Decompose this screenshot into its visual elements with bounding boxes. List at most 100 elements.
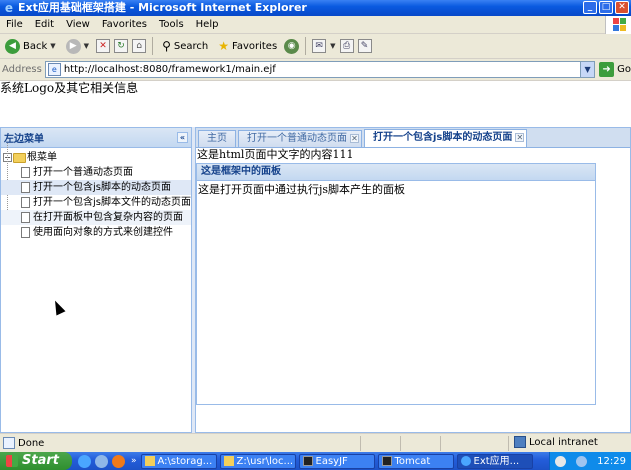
favorites-button[interactable]: ★ Favorites <box>215 36 280 57</box>
tree-item[interactable]: 打开一个包含js脚本的动态页面 <box>1 180 191 195</box>
document-icon <box>21 227 30 238</box>
task-label: Z:\usr\loc... <box>236 455 294 467</box>
zone-label: Local intranet <box>529 436 598 448</box>
intranet-icon <box>514 436 526 448</box>
search-label: Search <box>173 40 209 52</box>
menu-view[interactable]: View <box>60 16 96 34</box>
west-panel-title: 左边菜单 <box>4 134 44 145</box>
tree-item[interactable]: 打开一个普通动态页面 <box>1 165 191 180</box>
tray-network-icon[interactable] <box>576 455 588 467</box>
tab-js-page[interactable]: 打开一个包含js脚本的动态页面 ✕ <box>364 129 528 147</box>
maximize-button[interactable]: □ <box>599 1 613 14</box>
document-icon <box>21 197 30 208</box>
system-tray: 12:29 <box>549 452 631 470</box>
folder-open-icon <box>13 152 26 163</box>
toolbar-separator <box>305 37 307 55</box>
go-label: Go <box>617 64 631 75</box>
quick-launch <box>72 454 131 468</box>
address-dropdown-icon[interactable]: ▼ <box>580 62 595 77</box>
address-input[interactable]: e http://localhost:8080/framework1/main.… <box>44 61 596 78</box>
tree-item[interactable]: 在打开面板中包含复杂内容的页面 <box>1 210 191 225</box>
dropdown-caret-icon[interactable]: ▼ <box>330 42 335 50</box>
tree-item-label: 使用面向对象的方式来创建控件 <box>33 227 173 238</box>
media-icon[interactable]: ◉ <box>284 38 300 54</box>
status-text: Done <box>18 437 45 449</box>
search-button[interactable]: ⚲ Search <box>159 36 211 57</box>
tab-label: 打开一个普通动态页面 <box>247 133 347 144</box>
tree-item-label: 在打开面板中包含复杂内容的页面 <box>33 212 183 223</box>
mail-icon[interactable]: ✉ <box>312 39 327 53</box>
tab-home[interactable]: 主页 <box>198 130 236 147</box>
console-icon <box>302 456 313 466</box>
minimize-button[interactable]: _ <box>583 1 597 14</box>
search-icon: ⚲ <box>162 39 171 53</box>
tab-strip: 主页 打开一个普通动态页面 ✕ 打开一个包含js脚本的动态页面 ✕ <box>196 128 630 148</box>
firefox-icon[interactable] <box>112 454 125 468</box>
menu-file[interactable]: File <box>0 16 29 34</box>
tab-normal-page[interactable]: 打开一个普通动态页面 ✕ <box>238 130 362 147</box>
console-icon <box>381 456 392 466</box>
menu-tools[interactable]: Tools <box>153 16 190 34</box>
desktop-icon[interactable] <box>95 454 108 468</box>
task-label: Ext应用... <box>473 455 520 467</box>
dropdown-caret-icon[interactable]: ▼ <box>50 42 55 50</box>
stop-icon[interactable]: ✕ <box>96 39 111 53</box>
collapse-left-icon[interactable]: « <box>177 132 188 143</box>
menu-edit[interactable]: Edit <box>29 16 60 34</box>
forward-button[interactable]: ▶ ▼ <box>63 36 92 57</box>
ie-launch-icon[interactable] <box>78 454 91 468</box>
window-title: Ext应用基础框架搭建 - Microsoft Internet Explore… <box>18 1 307 14</box>
west-menu-panel: 左边菜单 « − 根菜单 打开一个普通动态页面 打开一个包含js脚本的动态页面 … <box>0 127 192 433</box>
address-url[interactable]: http://localhost:8080/framework1/main.ej… <box>64 64 276 75</box>
page-done-icon <box>3 437 15 449</box>
status-separator <box>508 436 509 451</box>
start-button[interactable]: Start <box>0 452 72 470</box>
taskbar-item[interactable]: Tomcat <box>377 453 454 469</box>
tree-root-node[interactable]: − 根菜单 <box>1 150 191 165</box>
toolbar-separator <box>152 37 154 55</box>
taskbar: Start » A:\storag... Z:\usr\loc... EasyJ… <box>0 452 631 470</box>
start-label: Start <box>22 453 59 468</box>
tree-item[interactable]: 使用面向对象的方式来创建控件 <box>1 225 191 240</box>
menu-bar: File Edit View Favorites Tools Help <box>0 16 631 34</box>
print-icon[interactable]: ⎙ <box>339 39 354 53</box>
menu-favorites[interactable]: Favorites <box>96 16 153 34</box>
windows-flag-icon <box>6 455 18 467</box>
inner-panel-body: 这是打开页面中通过执行js脚本产生的面板 <box>198 183 406 196</box>
west-panel-header: 左边菜单 « <box>1 128 191 148</box>
security-zone: Local intranet <box>514 436 598 448</box>
dropdown-caret-icon[interactable]: ▼ <box>84 42 89 50</box>
folder-icon <box>223 456 234 466</box>
document-icon <box>21 167 30 178</box>
task-label: Tomcat <box>394 455 431 467</box>
refresh-icon[interactable]: ↻ <box>114 39 129 53</box>
address-bar: Address e http://localhost:8080/framewor… <box>0 59 631 81</box>
taskbar-item[interactable]: A:\storag... <box>140 453 217 469</box>
forward-arrow-icon: ▶ <box>65 38 81 54</box>
home-icon[interactable]: ⌂ <box>132 39 147 53</box>
tree-item[interactable]: 打开一个包含js脚本文件的动态页面 <box>1 195 191 210</box>
back-button[interactable]: ◀ Back ▼ <box>2 36 59 57</box>
star-icon: ★ <box>218 39 229 53</box>
go-button[interactable]: ➜ Go <box>599 62 631 77</box>
edit-icon[interactable]: ✎ <box>357 39 372 53</box>
tab-label: 打开一个包含js脚本的动态页面 <box>373 132 513 143</box>
address-label: Address <box>2 64 42 75</box>
task-label: A:\storag... <box>157 455 213 467</box>
task-label: EasyJF <box>315 455 348 467</box>
tray-app-icon[interactable] <box>555 455 567 467</box>
taskbar-item[interactable]: Z:\usr\loc... <box>219 453 296 469</box>
tab-body: 这是html页面中文字的内容111 这是框架中的面板 这是打开页面中通过执行js… <box>196 148 630 432</box>
tab-close-icon[interactable]: ✕ <box>515 133 525 142</box>
taskbar-item[interactable]: Ext应用... <box>456 453 533 469</box>
close-button[interactable]: ✕ <box>615 1 629 14</box>
clock[interactable]: 12:29 <box>597 456 626 467</box>
chevron-icon[interactable]: » <box>131 456 141 466</box>
tree-root-label: 根菜单 <box>27 152 57 163</box>
taskbar-item[interactable]: EasyJF <box>298 453 375 469</box>
window-titlebar[interactable]: e Ext应用基础框架搭建 - Microsoft Internet Explo… <box>0 0 631 16</box>
status-separator <box>360 436 361 451</box>
favorites-label: Favorites <box>231 40 278 52</box>
tab-close-icon[interactable]: ✕ <box>350 134 359 143</box>
menu-help[interactable]: Help <box>190 16 225 34</box>
